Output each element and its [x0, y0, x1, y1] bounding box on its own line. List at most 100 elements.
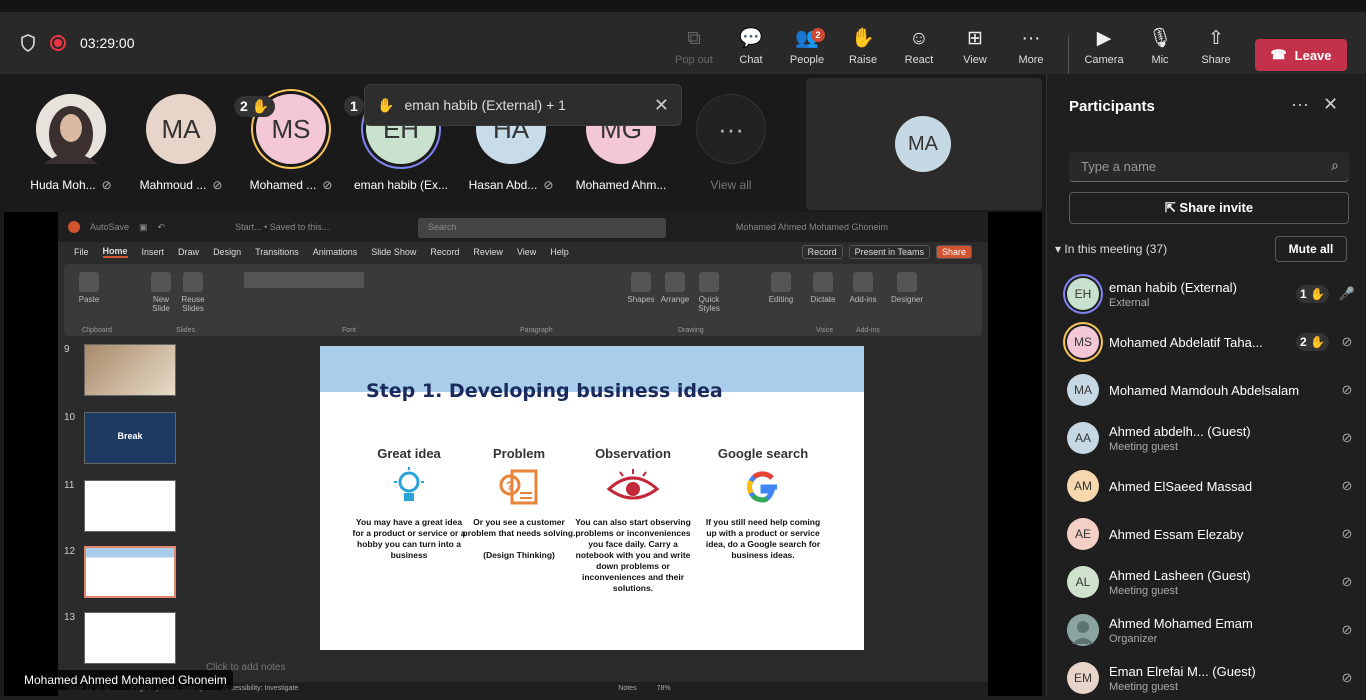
ribbon-arrange-button[interactable]: Arrange [658, 272, 692, 304]
font-name-box[interactable] [244, 272, 364, 288]
panel-title: Participants [1069, 98, 1155, 115]
ppt-menu-record[interactable]: Record [430, 247, 459, 257]
slide-number: 13 [64, 612, 76, 623]
toolbar-more-button[interactable]: ··· More [1003, 24, 1059, 76]
raised-hand-notification[interactable]: ✋ eman habib (External) + 1 ✕ [364, 84, 682, 126]
participant-name: Eman Elrefai M... (Guest) [1109, 663, 1256, 679]
avatar: MS [1067, 326, 1099, 358]
ppt-menu-slide-show[interactable]: Slide Show [371, 247, 416, 257]
chat-icon: 💬 [739, 28, 763, 49]
chevron-down-icon: ▾ [1055, 242, 1062, 256]
participant-tile[interactable]: MA Mahmoud ... ⊘ [126, 94, 236, 192]
toolbar-mic-button[interactable]: 🎙 Mic [1132, 24, 1188, 76]
participant-role: Meeting guest [1109, 680, 1179, 693]
ppt-title-bar: AutoSave ▣ ↶ Start... • Saved to this...… [58, 212, 988, 242]
ribbon-paste-button[interactable]: Paste [72, 272, 106, 304]
ppt-menu-review[interactable]: Review [473, 247, 503, 257]
participant-row[interactable]: MS Mohamed Abdelatif Taha... 2 ✋ ⊘ [1067, 320, 1357, 364]
participant-name-text: Hasan Abd... [468, 178, 538, 192]
column-google-search: Google search If you still need help com… [705, 446, 821, 560]
ribbon-quick-styles-button[interactable]: Quick Styles [692, 272, 726, 313]
participant-row[interactable]: MA Mohamed Mamdouh Abdelsalam ⊘ [1067, 368, 1357, 412]
avatar: AA [1067, 422, 1099, 454]
mic-off-icon: ⊘ [1341, 526, 1353, 541]
ribbon-dictate-button[interactable]: Dictate [806, 272, 840, 304]
toolbar-react-button[interactable]: ☺ React [891, 24, 947, 76]
share-invite-button[interactable]: ⇱ Share invite [1069, 192, 1349, 224]
ppt-menu-help[interactable]: Help [550, 247, 569, 257]
participant-name-text: Huda Moh... [30, 178, 96, 192]
toolbar-view-button[interactable]: ⊞ View [947, 24, 1003, 76]
in-meeting-header[interactable]: ▾ In this meeting (37) [1055, 242, 1167, 256]
undo-icon[interactable]: ↶ [158, 222, 166, 233]
participant-row[interactable]: AE Ahmed Essam Elezaby ⊘ [1067, 512, 1357, 556]
participant-info: eman habib (External) External [1109, 280, 1296, 309]
participant-row[interactable]: Ahmed Mohamed Emam Organizer ⊘ [1067, 608, 1357, 652]
profile-photo [1067, 614, 1099, 646]
toolbar-pop-out-button[interactable]: ⧉ Pop out [666, 24, 722, 76]
status-item: Accessibility: Investigate [222, 685, 299, 692]
mic-off-icon: ⊘ [543, 178, 554, 192]
participant-row[interactable]: EM Eman Elrefai M... (Guest) Meeting guest… [1067, 656, 1357, 700]
slide-thumbnail[interactable]: Break [84, 412, 176, 464]
ppt-search[interactable]: Search [418, 218, 666, 238]
toolbar-share-button[interactable]: ⇧ Share [1188, 24, 1244, 76]
mute-all-button[interactable]: Mute all [1275, 236, 1347, 262]
participant-tile[interactable]: MS Mohamed ... ⊘ 2 ✋ [234, 94, 346, 192]
toolbar-camera-button[interactable]: ▶ Camera [1076, 24, 1132, 76]
ppt-present-in-teams-button[interactable]: Present in Teams [848, 245, 930, 259]
ribbon-add-ins-button[interactable]: Add-ins [846, 272, 880, 304]
close-icon[interactable]: ✕ [654, 95, 669, 116]
search-input[interactable]: Type a name ⌕ [1069, 152, 1349, 182]
participant-name: eman habib (Ex... [346, 178, 456, 192]
ribbon-reuse-slides-button[interactable]: Reuse Slides [176, 272, 210, 313]
svg-text:?: ? [506, 479, 513, 493]
more-options-icon[interactable]: ··· [1291, 94, 1309, 115]
ribbon-editing-button[interactable]: Editing [764, 272, 798, 304]
autosave-toggle[interactable]: AutoSave [90, 222, 129, 232]
avatar: MA [146, 94, 216, 164]
search-icon: ⌕ [1331, 157, 1339, 173]
participant-row[interactable]: EH eman habib (External) External 1 ✋ 🎤 [1067, 272, 1357, 316]
ribbon-designer-button[interactable]: Designer [890, 272, 924, 304]
slide-thumbnail[interactable] [84, 480, 176, 532]
status-item[interactable]: Notes [618, 685, 636, 693]
save-icon[interactable]: ▣ [139, 222, 148, 233]
toolbar-chat-button[interactable]: 💬 Chat [723, 24, 779, 76]
ribbon-new-slide-button[interactable]: New Slide [144, 272, 178, 313]
avatar: AM [1067, 470, 1099, 502]
ppt-record-button[interactable]: Record [801, 245, 843, 259]
slide-thumbnail[interactable] [84, 344, 176, 396]
slide-thumbnail[interactable] [84, 612, 176, 664]
ppt-menu-file[interactable]: File [74, 247, 89, 257]
column-great-idea: Great idea You may have a great idea for… [350, 446, 468, 561]
participant-tile[interactable]: Huda Moh... ⊘ [16, 94, 126, 192]
participant-tile[interactable]: ··· View all [676, 94, 786, 192]
ppt-menu-transitions[interactable]: Transitions [255, 247, 299, 257]
mic-off-icon: ⊘ [1341, 478, 1353, 493]
leave-button[interactable]: ☎ Leave [1255, 39, 1347, 71]
status-item[interactable]: 78% [657, 685, 671, 693]
toolbar-people-button[interactable]: 👥 People 2 [779, 24, 835, 84]
ribbon-button-label: Quick Styles [698, 295, 720, 313]
shared-screen: AutoSave ▣ ↶ Start... • Saved to this...… [4, 212, 1042, 696]
view-all-icon: ··· [696, 94, 766, 164]
participant-row[interactable]: AL Ahmed Lasheen (Guest) Meeting guest ⊘ [1067, 560, 1357, 604]
toolbar-raise-button[interactable]: ✋ Raise [835, 24, 891, 76]
participant-info: Eman Elrefai M... (Guest) Meeting guest [1109, 664, 1337, 693]
participant-row[interactable]: AA Ahmed abdelh... (Guest) Meeting guest ⊘ [1067, 416, 1357, 460]
ppt-menu-home[interactable]: Home [102, 246, 128, 258]
ribbon-shapes-button[interactable]: Shapes [624, 272, 658, 304]
ppt-menu-animations[interactable]: Animations [313, 247, 358, 257]
participant-name: Ahmed ElSaeed Massad [1109, 478, 1253, 494]
close-icon[interactable]: ✕ [1323, 94, 1338, 115]
ppt-share-button[interactable]: Share [935, 245, 972, 259]
participant-row[interactable]: AM Ahmed ElSaeed Massad ⊘ [1067, 464, 1357, 508]
phone-hangup-icon: ☎ [1270, 47, 1287, 62]
ppt-menu-design[interactable]: Design [213, 247, 241, 257]
ppt-menu-insert[interactable]: Insert [142, 247, 165, 257]
share-icon: ⇱ [1164, 200, 1176, 215]
ppt-menu-view[interactable]: View [517, 247, 536, 257]
slide-thumbnail[interactable] [84, 546, 176, 598]
ppt-menu-draw[interactable]: Draw [178, 247, 199, 257]
